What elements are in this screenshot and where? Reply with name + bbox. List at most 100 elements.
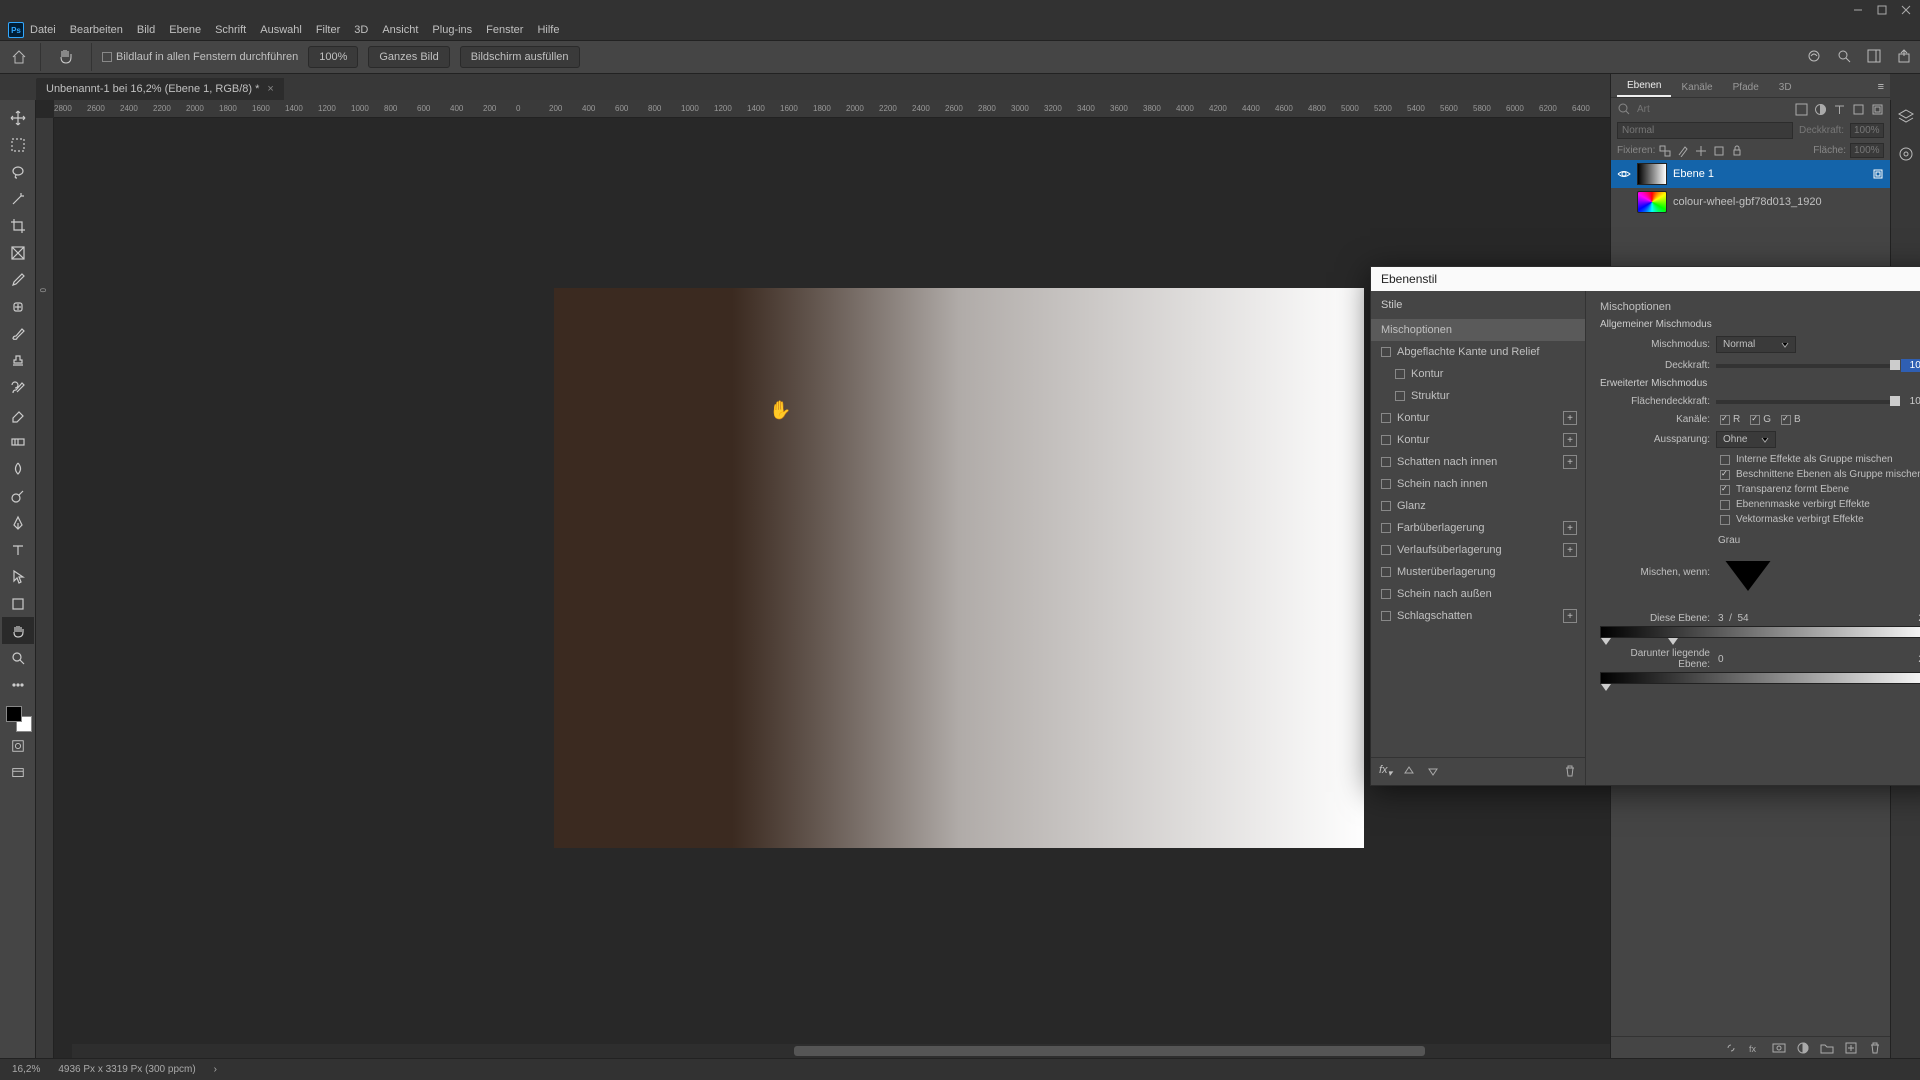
layer-filter-input[interactable] <box>1637 104 1789 115</box>
color-strip-icon[interactable] <box>1897 145 1915 166</box>
delete-style-icon[interactable] <box>1563 764 1577 778</box>
visibility-icon[interactable] <box>1617 167 1631 181</box>
knockout-dropdown[interactable]: Ohne <box>1716 431 1776 448</box>
blend-if-dropdown[interactable]: Grau <box>1718 535 1778 609</box>
lasso-tool[interactable] <box>2 158 34 185</box>
zoom-tool[interactable] <box>2 644 34 671</box>
menu-filter[interactable]: Filter <box>316 24 340 36</box>
home-icon[interactable] <box>8 46 30 68</box>
layer-name[interactable]: colour-wheel-gbf78d013_1920 <box>1673 196 1822 208</box>
lock-all-icon[interactable] <box>1731 145 1743 157</box>
layer-thumbnail[interactable] <box>1637 163 1667 185</box>
style-item[interactable]: Kontur+ <box>1371 407 1585 429</box>
style-item[interactable]: Glanz <box>1371 495 1585 517</box>
fill-value[interactable]: 100% <box>1850 143 1884 158</box>
tab-layers[interactable]: Ebenen <box>1617 76 1671 97</box>
brush-tool[interactable] <box>2 320 34 347</box>
type-tool[interactable] <box>2 536 34 563</box>
gradient-tool[interactable] <box>2 428 34 455</box>
edit-toolbar[interactable] <box>2 671 34 698</box>
canvas-horizontal-scrollbar[interactable] <box>72 1044 1876 1058</box>
layer-row[interactable]: colour-wheel-gbf78d013_1920 <box>1611 188 1890 216</box>
add-effect-icon[interactable]: + <box>1563 543 1577 557</box>
hand-tool[interactable] <box>2 617 34 644</box>
eraser-tool[interactable] <box>2 401 34 428</box>
foreground-color-swatch[interactable] <box>6 706 22 722</box>
healing-tool[interactable] <box>2 293 34 320</box>
menu-edit[interactable]: Bearbeiten <box>70 24 123 36</box>
layer-row[interactable]: Ebene 1 <box>1611 160 1890 188</box>
move-up-icon[interactable] <box>1402 764 1416 778</box>
close-button[interactable] <box>1896 2 1916 18</box>
stamp-tool[interactable] <box>2 347 34 374</box>
fill-opacity-slider[interactable] <box>1716 400 1895 404</box>
channel-g-checkbox[interactable]: G <box>1750 414 1771 425</box>
opacity-value[interactable]: 100% <box>1850 123 1884 138</box>
new-layer-icon[interactable] <box>1844 1041 1858 1055</box>
shape-tool[interactable] <box>2 590 34 617</box>
blend-mode-dropdown[interactable]: Normal <box>1617 122 1793 139</box>
maximize-button[interactable] <box>1872 2 1892 18</box>
document-canvas[interactable] <box>554 288 1364 848</box>
opacity-value[interactable]: 100 <box>1901 359 1920 372</box>
fill-screen-button[interactable]: Bildschirm ausfüllen <box>460 46 580 68</box>
status-chevron-icon[interactable]: › <box>214 1064 217 1075</box>
advanced-checkbox[interactable]: Beschnittene Ebenen als Gruppe mischen <box>1720 469 1920 480</box>
opacity-slider[interactable] <box>1716 364 1895 368</box>
search-icon[interactable] <box>1836 48 1852 67</box>
style-item[interactable]: Kontur <box>1371 363 1585 385</box>
path-select-tool[interactable] <box>2 563 34 590</box>
filter-smart-icon[interactable] <box>1871 103 1884 116</box>
eyedropper-tool[interactable] <box>2 266 34 293</box>
style-item-blend-options[interactable]: Mischoptionen <box>1371 319 1585 341</box>
layers-strip-icon[interactable] <box>1897 108 1915 129</box>
fit-screen-button[interactable]: Ganzes Bild <box>368 46 449 68</box>
status-zoom[interactable]: 16,2% <box>12 1064 40 1075</box>
layer-fx-icon[interactable]: fx <box>1748 1041 1762 1055</box>
style-item[interactable]: Abgeflachte Kante und Relief <box>1371 341 1585 363</box>
menu-3d[interactable]: 3D <box>354 24 368 36</box>
add-effect-icon[interactable]: + <box>1563 521 1577 535</box>
advanced-checkbox[interactable]: Ebenenmaske verbirgt Effekte <box>1720 499 1920 510</box>
style-item[interactable]: Schein nach außen <box>1371 583 1585 605</box>
menu-select[interactable]: Auswahl <box>260 24 302 36</box>
color-swatches[interactable] <box>4 704 32 732</box>
style-item[interactable]: Struktur <box>1371 385 1585 407</box>
style-item[interactable]: Musterüberlagerung <box>1371 561 1585 583</box>
advanced-checkbox[interactable]: Transparenz formt Ebene <box>1720 484 1920 495</box>
style-item[interactable]: Farbüberlagerung+ <box>1371 517 1585 539</box>
zoom-100-button[interactable]: 100% <box>308 46 358 68</box>
lock-artboard-icon[interactable] <box>1713 145 1725 157</box>
lock-position-icon[interactable] <box>1695 145 1707 157</box>
add-effect-icon[interactable]: + <box>1563 609 1577 623</box>
style-item[interactable]: Kontur+ <box>1371 429 1585 451</box>
add-effect-icon[interactable]: + <box>1563 455 1577 469</box>
panel-menu-icon[interactable]: ≡ <box>1872 77 1890 97</box>
add-effect-icon[interactable]: + <box>1563 433 1577 447</box>
marquee-tool[interactable] <box>2 131 34 158</box>
filter-type-icon[interactable] <box>1833 103 1846 116</box>
layer-name[interactable]: Ebene 1 <box>1673 168 1714 180</box>
add-effect-icon[interactable]: + <box>1563 411 1577 425</box>
quickmask-toggle[interactable] <box>2 732 34 759</box>
this-layer-gradient[interactable] <box>1600 626 1920 638</box>
channel-b-checkbox[interactable]: B <box>1781 414 1801 425</box>
cloud-icon[interactable] <box>1806 48 1822 67</box>
tab-channels[interactable]: Kanäle <box>1671 78 1722 97</box>
adjustment-layer-icon[interactable] <box>1796 1041 1810 1055</box>
vertical-ruler[interactable]: 0 <box>36 118 54 1058</box>
layer-mask-icon[interactable] <box>1772 1041 1786 1055</box>
channel-r-checkbox[interactable]: R <box>1720 414 1740 425</box>
pen-tool[interactable] <box>2 509 34 536</box>
blend-mode-dropdown[interactable]: Normal <box>1716 336 1796 353</box>
style-item[interactable]: Schein nach innen <box>1371 473 1585 495</box>
menu-window[interactable]: Fenster <box>486 24 523 36</box>
style-item[interactable]: Schlagschatten+ <box>1371 605 1585 627</box>
filter-shape-icon[interactable] <box>1852 103 1865 116</box>
menu-file[interactable]: Datei <box>30 24 56 36</box>
document-tab[interactable]: Unbenannt-1 bei 16,2% (Ebene 1, RGB/8) *… <box>36 78 284 100</box>
tab-close-icon[interactable]: × <box>267 83 273 95</box>
underlying-layer-gradient[interactable] <box>1600 672 1920 684</box>
move-tool[interactable] <box>2 104 34 131</box>
delete-layer-icon[interactable] <box>1868 1041 1882 1055</box>
